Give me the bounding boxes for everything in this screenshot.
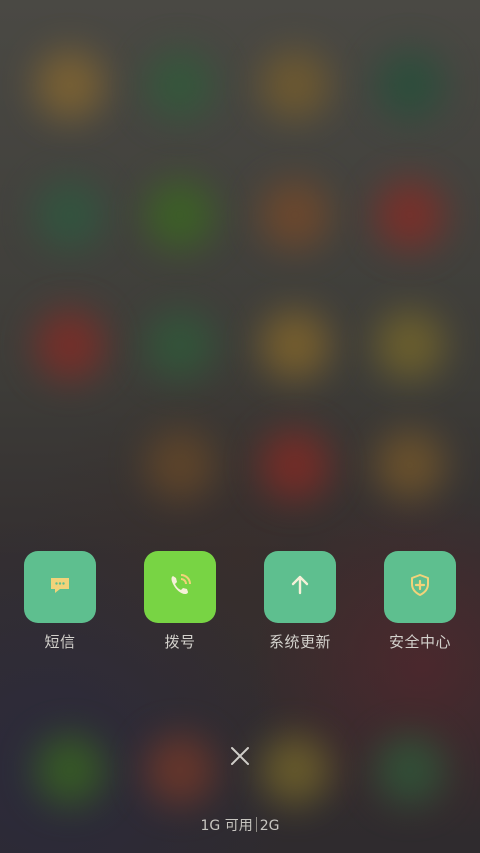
close-button[interactable] [224, 742, 256, 774]
shortcut-tile[interactable] [264, 551, 336, 623]
memory-total: 2G [259, 818, 280, 834]
shortcut-security-center[interactable]: 安全中心 [365, 551, 475, 661]
memory-status: 1G 可用 2G [0, 815, 480, 835]
memory-available: 1G 可用 [200, 818, 253, 834]
message-icon [48, 573, 72, 601]
quick-shortcuts: 短信 拨号 系统更新 安全中心 [0, 551, 480, 661]
shield-plus-icon [407, 572, 433, 602]
shortcut-tile[interactable] [384, 551, 456, 623]
shortcut-tile[interactable] [24, 551, 96, 623]
phone-icon [166, 571, 194, 603]
shortcut-label: 拨号 [164, 633, 196, 651]
shortcut-label: 系统更新 [268, 633, 331, 651]
memory-divider [255, 817, 257, 832]
blurred-wallpaper [0, 0, 480, 853]
shortcut-tile[interactable] [144, 551, 216, 623]
shortcut-label: 安全中心 [388, 633, 451, 651]
shortcut-system-update[interactable]: 系统更新 [245, 551, 355, 661]
arrow-up-icon [288, 573, 312, 601]
shortcut-messages[interactable]: 短信 [5, 551, 115, 661]
shortcut-dialer[interactable]: 拨号 [125, 551, 235, 661]
shortcut-label: 短信 [44, 633, 76, 651]
close-icon [229, 745, 251, 771]
